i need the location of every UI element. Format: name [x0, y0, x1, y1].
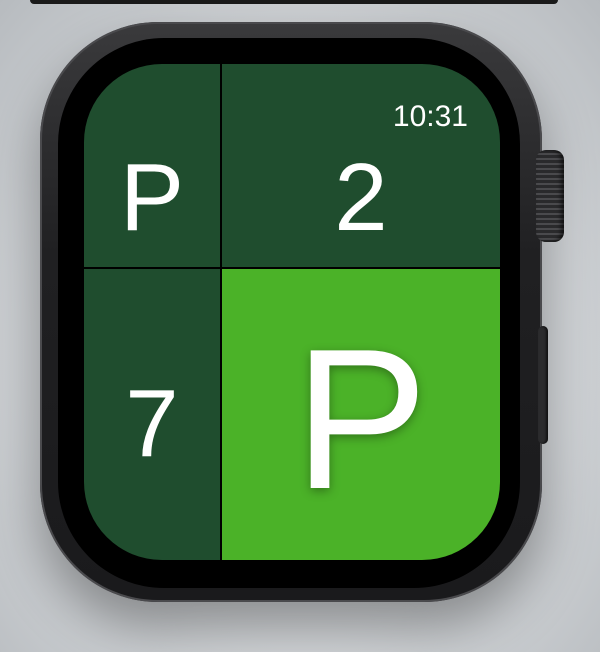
- grid-cell-top-right[interactable]: 2: [222, 64, 500, 267]
- status-time: 10:31: [392, 100, 468, 133]
- grid-cell-top-left[interactable]: P: [84, 64, 220, 267]
- grid-cell-bottom-right[interactable]: P: [222, 269, 500, 560]
- cell-value-top-left: P: [119, 143, 185, 251]
- side-button[interactable]: [538, 326, 548, 444]
- grid-cell-bottom-left[interactable]: 7: [84, 269, 220, 560]
- watch-band-top: [30, 0, 558, 4]
- cell-value-top-right: 2: [334, 143, 388, 251]
- cell-value-bottom-left: 7: [125, 369, 179, 477]
- digital-crown[interactable]: [536, 150, 564, 242]
- watch-screen: P 2 7 P 10:31: [84, 64, 500, 560]
- cell-value-bottom-right: P: [294, 307, 428, 531]
